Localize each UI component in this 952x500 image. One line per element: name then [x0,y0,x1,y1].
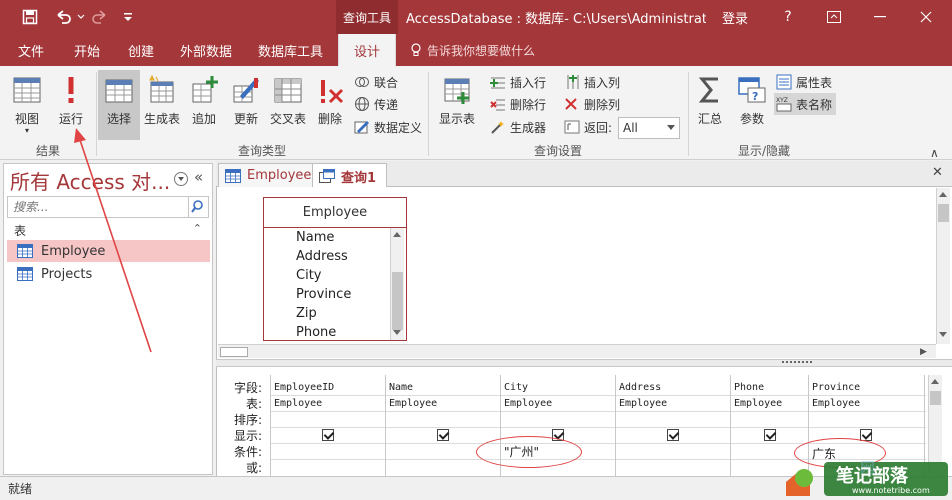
watermark-text: 笔记部落 [836,466,908,487]
watermark-url: www.notetribe.com [852,486,930,495]
annotation-arrow [74,128,152,353]
status-text: 就绪 [8,482,33,496]
